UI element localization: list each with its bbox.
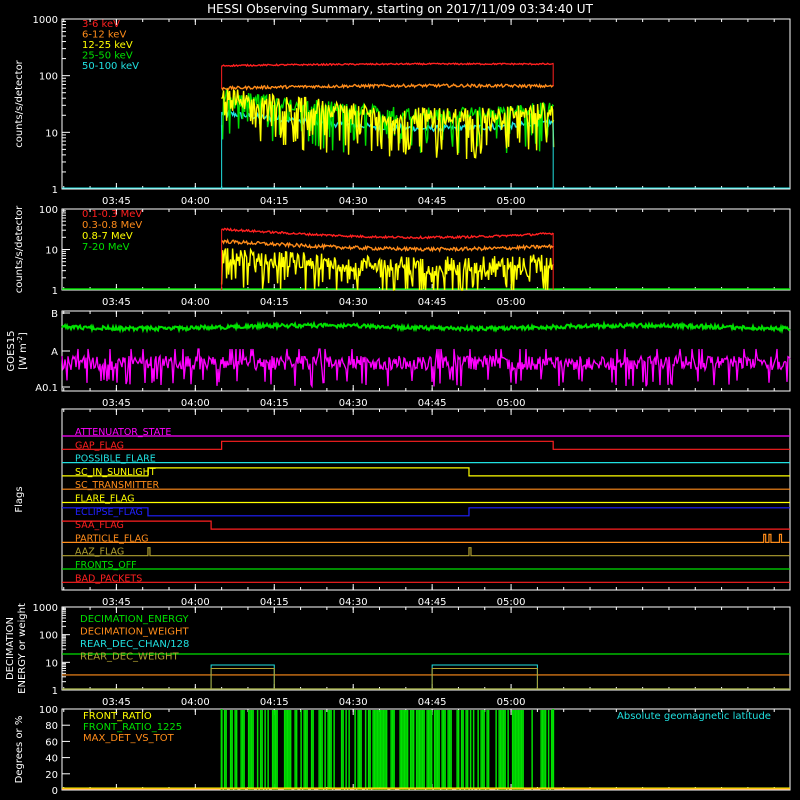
legend-entry: 25-50 keV [82,51,133,62]
x-tick-label: 05:00 [497,297,526,308]
x-tick-label: 04:45 [418,196,447,207]
y-tick-label: 1 [52,185,58,196]
y-axis-label: counts/s/detector [14,205,25,293]
x-tick-label: 04:45 [418,398,447,409]
y-tick-label: A [51,347,58,358]
legend-entry: 0.1-0.3 MeV [82,209,142,220]
x-tick-label: 03:45 [102,297,131,308]
x-tick-label: 04:00 [181,196,210,207]
legend-entry: 50-100 keV [82,61,139,72]
y-tick-label: 1000 [33,603,58,614]
x-tick-label: 04:45 [418,697,447,708]
y-tick-label: A0.1 [35,383,58,394]
y-tick-label: 0 [52,786,58,797]
x-tick-label: 04:00 [181,398,210,409]
annotation: Absolute geomagnetic latitude [617,711,771,722]
y-tick-label: 100 [39,205,58,216]
x-tick-label: 04:15 [260,297,289,308]
legend-entry: 6-12 keV [82,30,126,41]
legend-entry: REAR_DEC_WEIGHT [80,652,179,663]
y-tick-label: 1 [52,686,58,697]
flag-label: SAA_FLAG [75,520,124,531]
x-tick-label: 04:15 [260,597,289,608]
x-tick-label: 04:30 [339,297,368,308]
legend-entry: MAX_DET_VS_TOT [83,733,175,744]
legend-entry: 3-6 keV [82,19,120,30]
y-tick-label: 1 [52,286,58,297]
y-tick-label: 60 [45,737,58,748]
x-tick-label: 04:45 [418,597,447,608]
x-tick-label: 04:00 [181,297,210,308]
y-tick-label: 10 [45,658,58,669]
x-tick-label: 04:15 [260,196,289,207]
y-tick-label: 80 [45,721,58,732]
y-axis-label: DECIMATION [5,617,16,680]
x-tick-label: 04:30 [339,398,368,409]
y-tick-label: 100 [39,631,58,642]
legend-entry: 12-25 keV [82,40,133,51]
x-tick-label: 03:45 [102,196,131,207]
y-tick-label: 100 [39,705,58,716]
y-tick-label: 40 [45,754,58,765]
legend-entry: 0.3-0.8 MeV [82,220,142,231]
y-tick-label: 1000 [33,15,58,26]
y-axis-label: ENERGY or weight [17,603,28,694]
y-axis-label: Degrees or % [14,716,25,784]
x-tick-label: 05:00 [497,196,526,207]
legend-entry: 0.8-7 MeV [82,231,133,242]
x-tick-label: 04:15 [260,697,289,708]
x-tick-label: 04:15 [260,398,289,409]
y-tick-label: 10 [45,246,58,257]
y-tick-label: 100 [39,72,58,83]
x-tick-label: 05:00 [497,597,526,608]
legend-entry: 7-20 MeV [82,242,130,253]
y-tick-label: 10 [45,128,58,139]
y-axis-label: Flags [14,486,25,512]
legend-entry: DECIMATION_WEIGHT [80,627,189,638]
legend-entry: FRONT_RATIO_1225 [83,722,182,733]
legend-entry: FRONT_RATIO [83,711,152,722]
figure-title: HESSI Observing Summary, starting on 201… [207,2,593,16]
x-tick-label: 04:30 [339,196,368,207]
x-tick-label: 04:00 [181,597,210,608]
x-tick-label: 04:45 [418,297,447,308]
hessi-summary-figure: HESSI Observing Summary, starting on 201… [0,0,800,800]
legend-entry: DECIMATION_ENERGY [80,614,189,625]
x-tick-label: 05:00 [497,398,526,409]
x-tick-label: 03:45 [102,697,131,708]
x-tick-label: 04:30 [339,597,368,608]
x-tick-label: 04:30 [339,697,368,708]
x-tick-label: 03:45 [102,398,131,409]
flag-label: ECLIPSE_FLAG [75,507,143,518]
y-tick-label: B [51,309,58,320]
x-tick-label: 05:00 [497,697,526,708]
legend-entry: REAR_DEC_CHAN/128 [80,639,189,650]
y-axis-label: counts/s/detector [14,59,25,147]
x-tick-label: 04:00 [181,697,210,708]
y-tick-label: 20 [45,770,58,781]
x-tick-label: 03:45 [102,597,131,608]
